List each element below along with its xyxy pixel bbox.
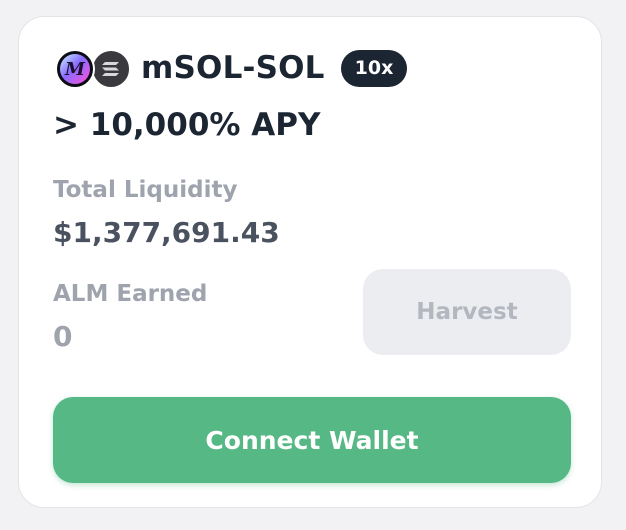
pair-name: mSOL-SOL [141, 50, 325, 86]
connect-wallet-button[interactable]: Connect Wallet [53, 397, 571, 483]
msol-token-icon: M [55, 49, 95, 89]
pool-header: M mSOL-SOL 10x [55, 45, 408, 91]
leverage-badge: 10x [340, 49, 408, 87]
total-liquidity-value: $1,377,691.43 [53, 216, 280, 249]
apy-value: > 10,000% APY [53, 107, 321, 143]
sol-token-icon [91, 49, 131, 89]
token-pair-icons: M [55, 47, 131, 89]
total-liquidity-label: Total Liquidity [53, 177, 238, 203]
alm-earned-value: 0 [53, 320, 73, 353]
alm-earned-label: ALM Earned [53, 281, 208, 307]
harvest-button[interactable]: Harvest [363, 269, 571, 355]
pool-card: M mSOL-SOL 10x > 10,000% APY Total Liqui… [18, 16, 602, 508]
